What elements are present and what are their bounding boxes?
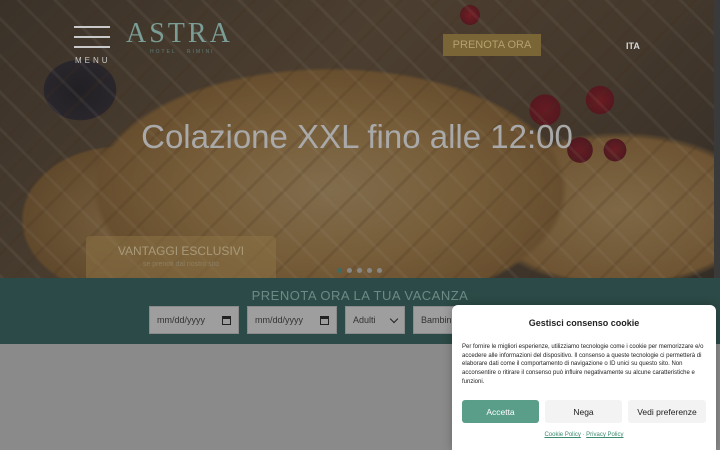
logo[interactable]: ASTRA: [126, 18, 233, 50]
children-label: Bambini: [421, 315, 454, 325]
exclusive-advantages-title: VANTAGGI ESCLUSIVI: [117, 244, 245, 258]
exclusive-advantages-banner[interactable]: VANTAGGI ESCLUSIVI se prenoti dal nostro…: [86, 236, 276, 278]
view-preferences-button[interactable]: Vedi preferenze: [628, 400, 706, 423]
menu-button[interactable]: MENU: [74, 26, 111, 65]
book-now-button[interactable]: PRENOTA ORA: [443, 34, 541, 56]
adults-label: Adulti: [353, 315, 376, 325]
cookie-policy-links: Cookie Policy · Privacy Policy: [452, 432, 716, 438]
deny-button[interactable]: Nega: [545, 400, 622, 423]
checkout-date-input[interactable]: mm/dd/yyyy: [247, 306, 337, 334]
chevron-down-icon: [389, 314, 399, 323]
calendar-icon: [320, 315, 329, 325]
hero-slider: MENU ASTRA HOTEL · RIMINI PRENOTA ORA IT…: [0, 0, 714, 278]
hamburger-icon-line: [74, 46, 110, 48]
logo-subtitle: HOTEL · RIMINI: [150, 49, 215, 55]
booking-title: PRENOTA ORA LA TUA VACANZA: [251, 288, 469, 303]
hamburger-icon-line: [74, 36, 110, 38]
calendar-icon: [222, 315, 231, 325]
slider-dot[interactable]: [357, 268, 362, 273]
link-separator: ·: [582, 432, 585, 438]
language-selector[interactable]: ITA: [626, 41, 640, 51]
hamburger-icon: [74, 26, 110, 28]
checkout-placeholder: mm/dd/yyyy: [255, 315, 304, 325]
menu-label: MENU: [75, 56, 111, 65]
slider-dot[interactable]: [347, 268, 352, 273]
slider-dot[interactable]: [367, 268, 372, 273]
checkin-placeholder: mm/dd/yyyy: [157, 315, 206, 325]
slider-dot[interactable]: [377, 268, 382, 273]
scrollbar-edge: [714, 0, 720, 278]
slider-dot[interactable]: [337, 268, 342, 273]
cookie-dialog-title: Gestisci consenso cookie: [528, 318, 640, 328]
cookie-consent-dialog: Gestisci consenso cookie Per fornire le …: [452, 305, 716, 450]
adults-select[interactable]: Adulti: [345, 306, 405, 334]
cookie-dialog-text: Per fornire le migliori esperienze, util…: [462, 344, 704, 385]
exclusive-advantages-subtitle: se prenoti dal nostro sito: [142, 261, 220, 268]
checkin-date-input[interactable]: mm/dd/yyyy: [149, 306, 239, 334]
slider-dots: [337, 268, 382, 273]
hero-title: Colazione XXL fino alle 12:00: [141, 118, 573, 155]
accept-button[interactable]: Accetta: [462, 400, 539, 423]
cookie-policy-link[interactable]: Cookie Policy: [544, 432, 580, 438]
privacy-policy-link[interactable]: Privacy Policy: [586, 432, 623, 438]
